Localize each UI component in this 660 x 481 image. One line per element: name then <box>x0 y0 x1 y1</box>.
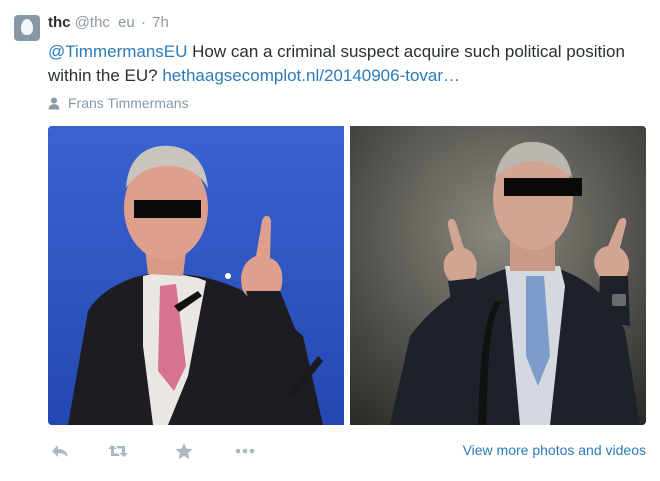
media-credit-name[interactable]: Frans Timmermans <box>68 94 189 112</box>
more-button[interactable] <box>234 440 256 462</box>
reply-icon <box>52 445 68 457</box>
photo-grid <box>48 126 646 425</box>
star-icon <box>175 443 193 459</box>
user-handle[interactable]: @thc <box>75 14 110 31</box>
avatar[interactable] <box>14 15 40 41</box>
tweet-header: thc @thc eu · 7h <box>48 14 169 32</box>
person-icon <box>48 97 60 109</box>
favorite-button[interactable] <box>174 440 194 462</box>
tweet: thc @thc eu · 7h @TimmermansEU How can a… <box>0 0 660 481</box>
photo-right[interactable] <box>350 126 646 425</box>
mention-link[interactable]: @TimmermansEU <box>48 42 187 61</box>
tweet-text: @TimmermansEU How can a criminal suspect… <box>48 40 638 88</box>
timestamp[interactable]: 7h <box>152 14 169 31</box>
user-name[interactable]: thc <box>48 14 71 31</box>
retweet-button[interactable] <box>107 440 129 462</box>
separator: · <box>140 14 146 31</box>
url-link[interactable]: hethaagsecomplot.nl/20140906-tovar… <box>162 66 460 85</box>
view-more-media-link[interactable]: View more photos and videos <box>463 441 646 459</box>
retweet-icon <box>108 445 128 457</box>
user-handle-suffix: eu <box>118 14 135 31</box>
default-avatar-egg-icon <box>21 19 33 35</box>
reply-button[interactable] <box>50 440 70 462</box>
media-credit: Frans Timmermans <box>48 94 189 112</box>
photo-left[interactable] <box>48 126 344 425</box>
more-icon <box>235 448 255 454</box>
